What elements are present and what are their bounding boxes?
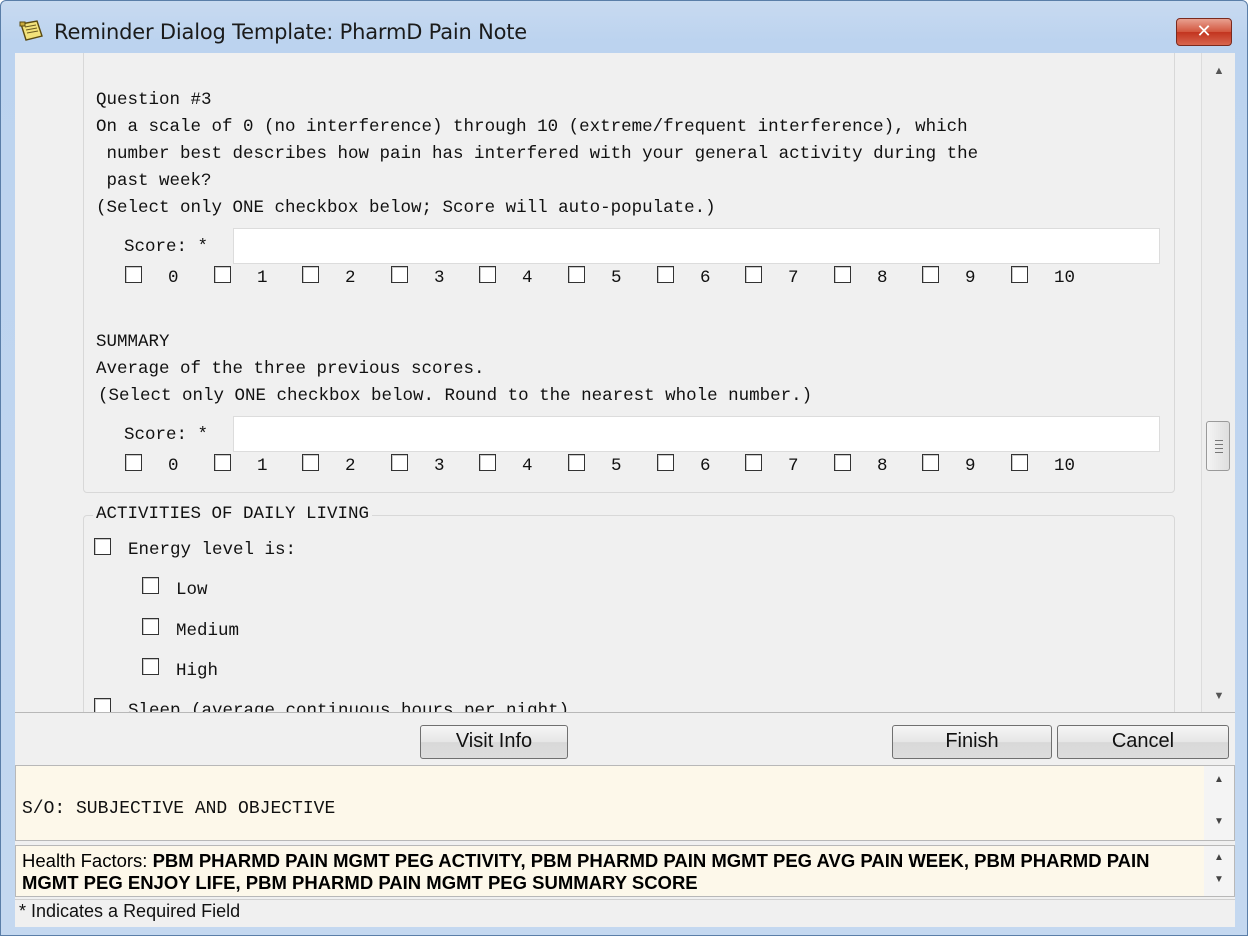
health-factors-panel: Health Factors: PBM PHARMD PAIN MGMT PEG… xyxy=(15,845,1235,897)
scrollbar-thumb[interactable] xyxy=(1206,421,1230,471)
scroll-up-arrow-icon[interactable]: ▲ xyxy=(1204,774,1234,785)
health-factors-scrollbar[interactable]: ▲ ▼ xyxy=(1204,846,1234,896)
cancel-button[interactable]: Cancel xyxy=(1057,725,1229,759)
title-bar[interactable]: Reminder Dialog Template: PharmD Pain No… xyxy=(1,1,1247,53)
dialog-window: Reminder Dialog Template: PharmD Pain No… xyxy=(0,0,1248,936)
energy-level-checkbox[interactable] xyxy=(94,538,111,555)
button-bar: Visit Info Finish Cancel xyxy=(15,715,1235,763)
reminder-form-scroll-area[interactable]: Question #3 On a scale of 0 (no interfer… xyxy=(15,53,1235,713)
note-preview[interactable]: S/O: SUBJECTIVE AND OBJECTIVE ▲ ▼ xyxy=(15,765,1235,841)
close-icon: ✕ xyxy=(1196,21,1212,42)
health-factors-value: PBM PHARMD PAIN MGMT PEG ACTIVITY, PBM P… xyxy=(22,850,1150,893)
sleep-label: Sleep (average continuous hours per nigh… xyxy=(128,701,570,713)
grip-line xyxy=(1215,448,1223,449)
notepad-icon xyxy=(19,20,43,41)
peg-group-box xyxy=(83,53,1175,493)
energy-medium-checkbox[interactable] xyxy=(142,618,159,635)
scroll-up-arrow-icon[interactable]: ▲ xyxy=(1204,852,1234,863)
status-bar: * Indicates a Required Field xyxy=(15,899,1235,923)
grip-line xyxy=(1215,452,1223,453)
sleep-checkbox[interactable] xyxy=(94,698,111,712)
close-button[interactable]: ✕ xyxy=(1176,18,1232,46)
health-factors-text: Health Factors: PBM PHARMD PAIN MGMT PEG… xyxy=(22,850,1192,894)
window-title: Reminder Dialog Template: PharmD Pain No… xyxy=(54,20,527,44)
health-factors-label: Health Factors: xyxy=(22,850,153,871)
preview-scrollbar[interactable]: ▲ ▼ xyxy=(1204,766,1234,840)
finish-button[interactable]: Finish xyxy=(892,725,1052,759)
grip-line xyxy=(1215,444,1223,445)
energy-medium-label: Medium xyxy=(176,621,240,641)
scroll-down-arrow-icon[interactable]: ▼ xyxy=(1204,874,1234,885)
energy-high-label: High xyxy=(176,661,219,681)
scroll-down-arrow-icon[interactable]: ▼ xyxy=(1204,816,1234,827)
required-field-note: * Indicates a Required Field xyxy=(19,901,241,921)
energy-low-label: Low xyxy=(176,580,208,600)
form-vertical-scrollbar[interactable]: ▲ ▼ xyxy=(1201,53,1235,712)
note-preview-text: S/O: SUBJECTIVE AND OBJECTIVE xyxy=(22,799,336,819)
energy-high-checkbox[interactable] xyxy=(142,658,159,675)
visit-info-button[interactable]: Visit Info xyxy=(420,725,568,759)
scroll-down-arrow-icon[interactable]: ▼ xyxy=(1202,681,1235,711)
energy-low-checkbox[interactable] xyxy=(142,577,159,594)
scroll-up-arrow-icon[interactable]: ▲ xyxy=(1202,56,1235,86)
dialog-client: Question #3 On a scale of 0 (no interfer… xyxy=(15,53,1235,927)
energy-level-label: Energy level is: xyxy=(128,540,297,560)
adl-group-legend: ACTIVITIES OF DAILY LIVING xyxy=(93,504,373,524)
grip-line xyxy=(1215,440,1223,441)
